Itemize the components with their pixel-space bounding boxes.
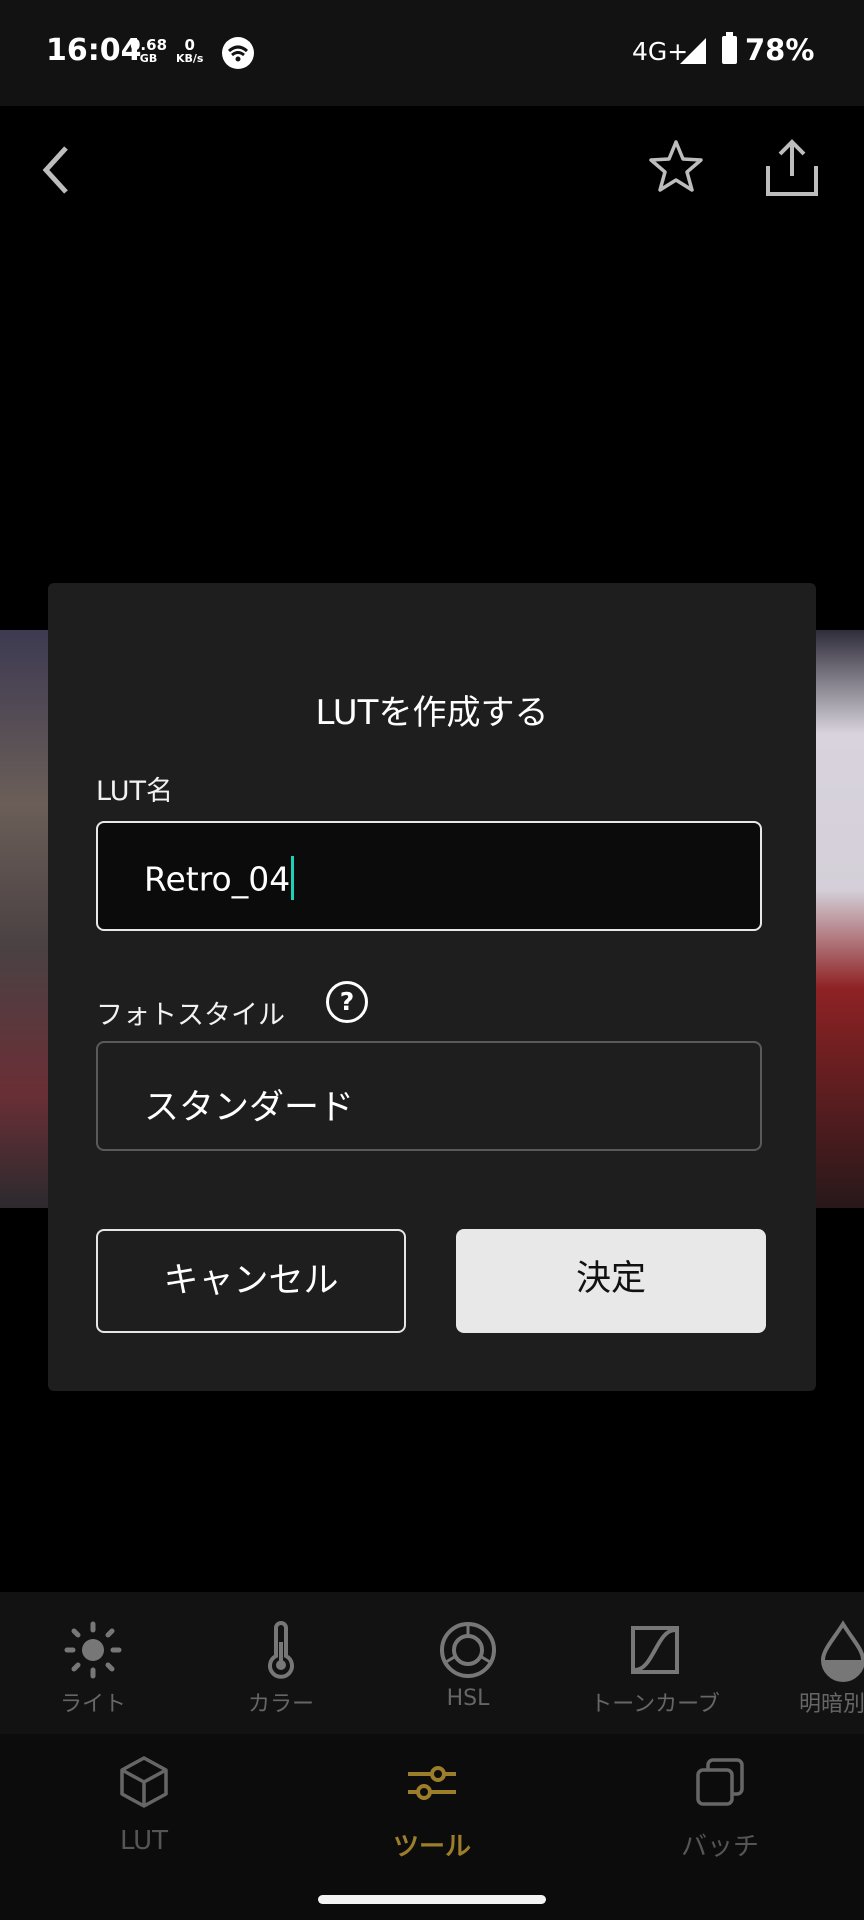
share-icon[interactable] — [760, 136, 824, 200]
sliders-icon — [408, 1766, 456, 1800]
photo-style-label: フォトスタイル — [96, 1000, 285, 1031]
lut-name-input[interactable]: Retro_04 — [96, 821, 762, 931]
tool-split-tone[interactable]: 明暗別色 — [768, 1592, 864, 1734]
tool-hsl[interactable]: HSL — [393, 1592, 543, 1734]
help-icon[interactable]: ? — [326, 981, 368, 1023]
tool-label: トーンカーブ — [590, 1692, 720, 1717]
stack-icon — [696, 1758, 744, 1806]
signal-icon — [680, 38, 706, 64]
photo-style-select[interactable]: スタンダード — [96, 1041, 762, 1151]
battery-percent: 78% — [745, 33, 815, 67]
nav-batch[interactable]: バッチ — [620, 1734, 820, 1884]
create-lut-dialog: LUTを作成する LUT名 Retro_04 フォトスタイル ? スタンダード … — [48, 583, 816, 1391]
wifi-icon — [222, 37, 254, 69]
tool-label: ライト — [59, 1692, 126, 1717]
lut-name-value: Retro_04 — [144, 856, 295, 903]
home-indicator[interactable] — [318, 1895, 546, 1904]
tool-label: 明暗別色 — [798, 1692, 864, 1717]
chevron-left-icon[interactable] — [36, 140, 80, 200]
nav-label: ツール — [392, 1832, 471, 1862]
photo-left-edge — [0, 630, 50, 1208]
status-time: 16:04 — [46, 33, 142, 68]
photo-style-value: スタンダード — [144, 1088, 355, 1128]
tone-curve-icon — [631, 1626, 679, 1674]
cancel-button[interactable]: キャンセル — [96, 1229, 406, 1333]
hsl-ring-icon — [440, 1622, 496, 1678]
tool-color[interactable]: カラー — [206, 1592, 356, 1734]
drop-icon — [820, 1620, 864, 1682]
tools-bar: ライト カラー HSL トーンカーブ 明暗別色 — [0, 1592, 864, 1734]
confirm-button[interactable]: 決定 — [456, 1229, 766, 1333]
tool-label: HSL — [446, 1686, 490, 1711]
dialog-title: LUTを作成する — [315, 693, 549, 733]
thermometer-icon — [268, 1621, 294, 1679]
nav-label: バッチ — [680, 1832, 759, 1862]
lut-name-label: LUT名 — [96, 776, 173, 807]
photo-right-edge — [814, 630, 864, 1208]
tool-tone-curve[interactable]: トーンカーブ — [580, 1592, 730, 1734]
nav-lut[interactable]: LUT — [44, 1734, 244, 1884]
cube-icon — [120, 1756, 168, 1808]
text-caret — [291, 856, 295, 900]
nav-tools[interactable]: ツール — [332, 1734, 532, 1884]
nav-label: LUT — [119, 1826, 169, 1856]
battery-icon — [722, 32, 737, 64]
data-usage: 0.68 GB — [130, 36, 168, 66]
tool-label: カラー — [247, 1692, 314, 1717]
network-speed: 0 KB/s — [176, 36, 204, 66]
tool-light[interactable]: ライト — [18, 1592, 168, 1734]
bottom-nav: LUT ツール バッチ — [0, 1734, 864, 1920]
sun-icon — [64, 1621, 122, 1679]
status-bar: 16:04 0.68 GB 0 KB/s 4G+ 78% — [0, 0, 864, 106]
star-icon[interactable] — [646, 136, 706, 196]
